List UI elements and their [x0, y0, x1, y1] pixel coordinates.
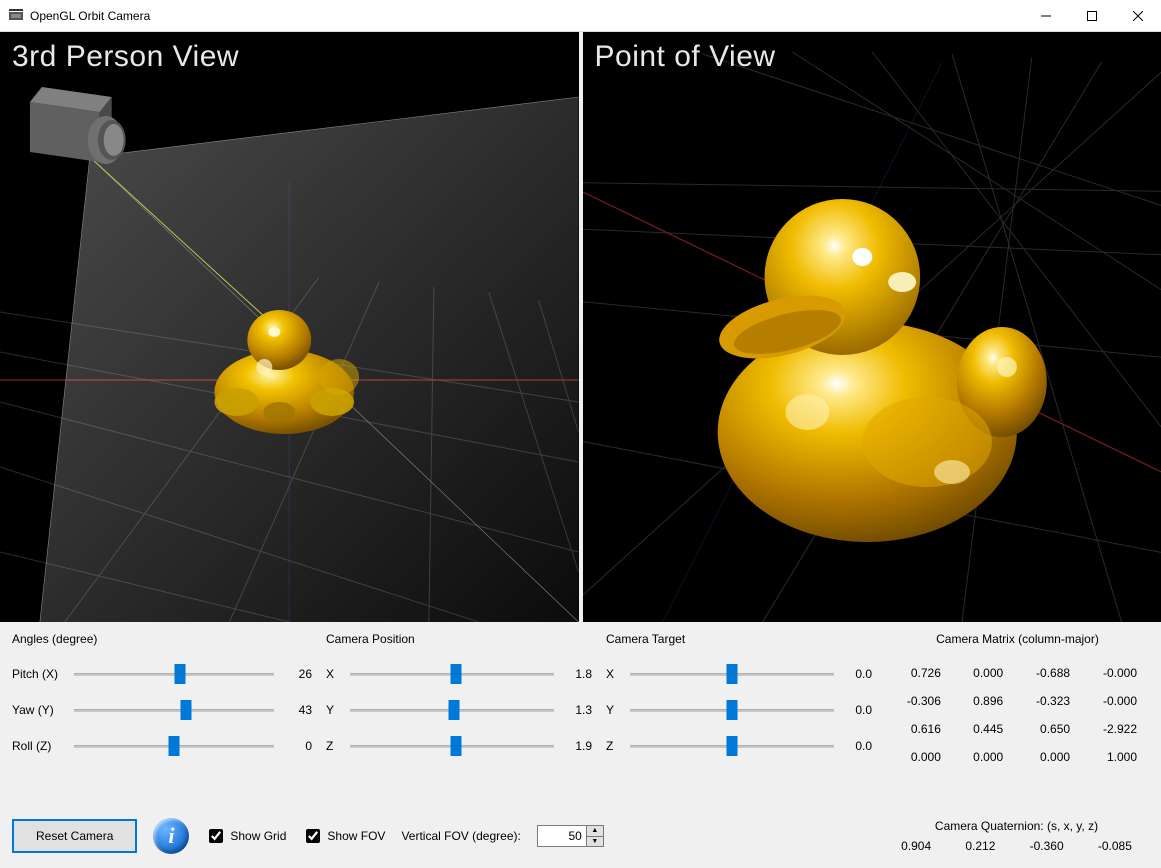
- bottom-row: Reset Camera i Show Grid Show FOV Vertic…: [12, 812, 1149, 860]
- campos-y-label: Y: [326, 703, 344, 717]
- camera-position-title: Camera Position: [326, 632, 592, 646]
- titlebar: OpenGL Orbit Camera: [0, 0, 1161, 32]
- viewports: 3rd Person View: [0, 32, 1161, 622]
- matrix-cell: 0.616: [886, 720, 953, 738]
- third-person-label: 3rd Person View: [12, 40, 239, 74]
- third-person-viewport[interactable]: 3rd Person View: [0, 32, 579, 622]
- camera-target-title: Camera Target: [606, 632, 872, 646]
- roll-slider[interactable]: [74, 736, 274, 756]
- info-icon[interactable]: i: [153, 818, 189, 854]
- campos-z-label: Z: [326, 739, 344, 753]
- show-fov-checkbox[interactable]: Show FOV: [302, 826, 385, 846]
- matrix-cell: 1.000: [1082, 748, 1149, 766]
- pov-label: Point of View: [595, 40, 776, 74]
- camtgt-z-slider[interactable]: [630, 736, 834, 756]
- window-controls: [1023, 0, 1161, 31]
- matrix-cell: -0.000: [1082, 664, 1149, 682]
- close-button[interactable]: [1115, 0, 1161, 31]
- pov-viewport[interactable]: Point of View: [579, 32, 1161, 622]
- roll-label: Roll (Z): [12, 739, 68, 753]
- reset-camera-button[interactable]: Reset Camera: [12, 819, 137, 853]
- matrix-cell: 0.000: [953, 664, 1015, 682]
- matrix-cell: 0.650: [1015, 720, 1082, 738]
- camtgt-y-value: 0.0: [840, 703, 872, 717]
- titlebar-left: OpenGL Orbit Camera: [8, 8, 150, 24]
- fov-spin-down[interactable]: ▼: [587, 836, 603, 847]
- vertical-fov-input[interactable]: [538, 826, 586, 846]
- matrix-row: 0.726 0.000 -0.688 -0.000: [886, 664, 1149, 682]
- matrix-cell: 0.896: [953, 692, 1015, 710]
- camtgt-y-label: Y: [606, 703, 624, 717]
- show-grid-label: Show Grid: [230, 829, 286, 843]
- camera-quaternion-title: Camera Quaternion: (s, x, y, z): [884, 819, 1149, 833]
- show-grid-checkbox[interactable]: Show Grid: [205, 826, 286, 846]
- quat-y: -0.360: [1030, 839, 1064, 853]
- show-grid-input[interactable]: [209, 829, 223, 843]
- matrix-cell: 0.726: [886, 664, 953, 682]
- camtgt-z-value: 0.0: [840, 739, 872, 753]
- pitch-label: Pitch (X): [12, 667, 68, 681]
- campos-x-label: X: [326, 667, 344, 681]
- quat-s: 0.904: [901, 839, 931, 853]
- campos-z-value: 1.9: [560, 739, 592, 753]
- quat-x: 0.212: [965, 839, 995, 853]
- fov-spin-up[interactable]: ▲: [587, 826, 603, 836]
- matrix-cell: 0.000: [1015, 748, 1082, 766]
- quat-z: -0.085: [1098, 839, 1132, 853]
- matrix-row: -0.306 0.896 -0.323 -0.000: [886, 692, 1149, 710]
- control-panel: Angles (degree) Pitch (X) 26 Yaw (Y) 43 …: [0, 622, 1161, 868]
- camtgt-x-label: X: [606, 667, 624, 681]
- camtgt-x-value: 0.0: [840, 667, 872, 681]
- vertical-fov-label: Vertical FOV (degree):: [401, 829, 520, 843]
- campos-y-slider[interactable]: [350, 700, 554, 720]
- show-fov-input[interactable]: [306, 829, 320, 843]
- pitch-slider[interactable]: [74, 664, 274, 684]
- camera-matrix-table: 0.726 0.000 -0.688 -0.000 -0.306 0.896 -…: [886, 654, 1149, 776]
- matrix-row: 0.000 0.000 0.000 1.000: [886, 748, 1149, 766]
- camera-target-group: Camera Target X 0.0 Y 0.0 Z 0.: [606, 632, 872, 804]
- show-fov-label: Show FOV: [327, 829, 385, 843]
- matrix-cell: 0.000: [886, 748, 953, 766]
- yaw-value: 43: [280, 703, 312, 717]
- camtgt-y-slider[interactable]: [630, 700, 834, 720]
- pitch-value: 26: [280, 667, 312, 681]
- camera-quaternion-group: Camera Quaternion: (s, x, y, z) 0.904 0.…: [884, 819, 1149, 853]
- yaw-label: Yaw (Y): [12, 703, 68, 717]
- matrix-cell: -0.688: [1015, 664, 1082, 682]
- minimize-button[interactable]: [1023, 0, 1069, 31]
- camtgt-x-slider[interactable]: [630, 664, 834, 684]
- maximize-button[interactable]: [1069, 0, 1115, 31]
- campos-x-slider[interactable]: [350, 664, 554, 684]
- app-icon: [8, 8, 24, 24]
- campos-y-value: 1.3: [560, 703, 592, 717]
- camera-matrix-title: Camera Matrix (column-major): [886, 632, 1149, 646]
- vertical-fov-spinner[interactable]: ▲ ▼: [537, 825, 604, 847]
- yaw-slider[interactable]: [74, 700, 274, 720]
- matrix-cell: 0.445: [953, 720, 1015, 738]
- angles-title: Angles (degree): [12, 632, 312, 646]
- campos-x-value: 1.8: [560, 667, 592, 681]
- window-title: OpenGL Orbit Camera: [30, 9, 150, 23]
- matrix-cell: 0.000: [953, 748, 1015, 766]
- camtgt-z-label: Z: [606, 739, 624, 753]
- matrix-cell: -0.306: [886, 692, 953, 710]
- matrix-cell: -0.000: [1082, 692, 1149, 710]
- matrix-row: 0.616 0.445 0.650 -2.922: [886, 720, 1149, 738]
- angles-group: Angles (degree) Pitch (X) 26 Yaw (Y) 43 …: [12, 632, 312, 804]
- camera-position-group: Camera Position X 1.8 Y 1.3 Z: [326, 632, 592, 804]
- campos-z-slider[interactable]: [350, 736, 554, 756]
- camera-matrix-group: Camera Matrix (column-major) 0.726 0.000…: [886, 632, 1149, 804]
- roll-value: 0: [280, 739, 312, 753]
- matrix-cell: -0.323: [1015, 692, 1082, 710]
- matrix-cell: -2.922: [1082, 720, 1149, 738]
